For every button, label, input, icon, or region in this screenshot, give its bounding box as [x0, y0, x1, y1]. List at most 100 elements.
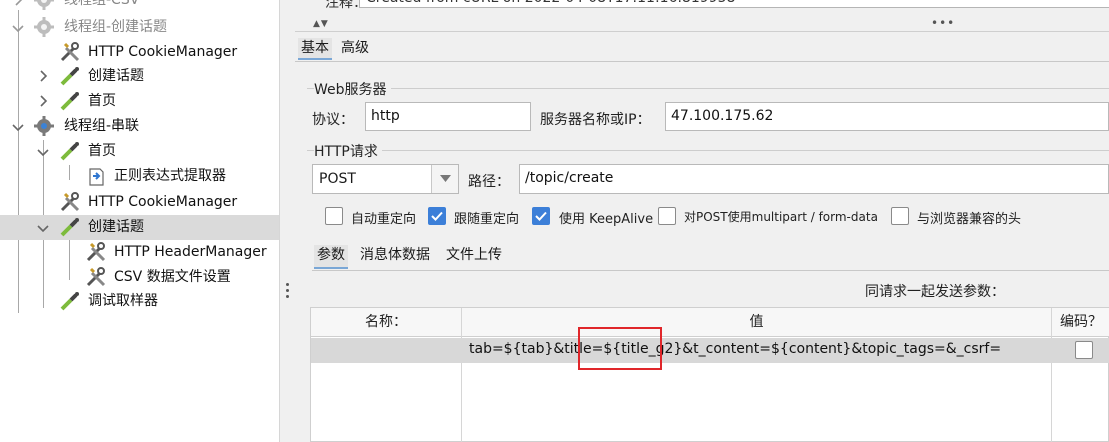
tree-item-label: CSV 数据文件设置 [114, 269, 231, 285]
tree-item-label: HTTP HeaderManager [114, 244, 267, 260]
tab-body-data[interactable]: 消息体数据 [357, 245, 433, 269]
chevron-down-icon[interactable] [35, 144, 51, 160]
column-header-value[interactable]: 值 [462, 308, 1051, 337]
chevron-right-icon[interactable] [10, 0, 26, 8]
tree-item-thread-group-chain[interactable]: 线程组-串联 [0, 114, 279, 139]
wrench-screwdriver-icon [86, 267, 106, 287]
server-label: 服务器名称或IP： [540, 112, 651, 128]
tree-item-label: 正则表达式提取器 [114, 168, 226, 184]
tree-item-create-topic-selected[interactable]: 创建话题 [0, 215, 279, 240]
http-request-group-title: HTTP请求 [314, 141, 382, 161]
encode-checkbox[interactable] [1075, 341, 1093, 359]
chevron-right-icon[interactable] [35, 93, 51, 109]
server-input[interactable]: 47.100.175.62 [665, 102, 1109, 131]
chevron-right-icon[interactable] [35, 68, 51, 84]
comment-input[interactable]: Created from cURL on 2022-04-08T17:11:16… [359, 0, 1109, 8]
highlight-annotation-box [578, 327, 662, 370]
gear-icon [34, 17, 54, 37]
document-arrow-icon [89, 168, 104, 186]
keepalive-checkbox[interactable] [532, 207, 550, 225]
column-divider [461, 308, 462, 442]
path-input[interactable]: /topic/create [519, 164, 1109, 194]
gear-icon [34, 116, 54, 136]
method-value: POST [319, 171, 356, 187]
tree-item-cookie-manager[interactable]: HTTP CookieManager [0, 190, 279, 215]
group-border [307, 88, 1109, 89]
tree-item-label: 创建话题 [88, 68, 144, 84]
follow-redirect-checkbox[interactable] [428, 207, 446, 225]
tree-item-debug-sampler[interactable]: 调试取样器 [0, 289, 279, 314]
multipart-checkbox[interactable] [658, 207, 676, 225]
chevron-down-icon[interactable] [10, 20, 26, 36]
protocol-label: 协议： [312, 112, 354, 128]
web-server-group-title: Web服务器 [314, 79, 391, 99]
tab-basic[interactable]: 基本 [298, 38, 332, 60]
tree-item-label: 线程组-CSV [64, 0, 140, 8]
browser-headers-checkbox[interactable] [891, 207, 909, 225]
browser-headers-label: 与浏览器兼容的头 [917, 212, 1022, 227]
more-dots-icon[interactable]: ••• [931, 16, 955, 30]
auto-redirect-checkbox[interactable] [325, 207, 343, 225]
tree-item-header-manager[interactable]: HTTP HeaderManager [0, 240, 279, 265]
params-table[interactable]: 名称： 值 编码？ tab=${tab}&title=${title_g2}&t… [310, 307, 1109, 442]
check-icon [431, 211, 443, 221]
tree-item-label: HTTP CookieManager [88, 194, 238, 210]
tab-parameters[interactable]: 参数 [314, 245, 348, 269]
comment-row: 注释： Created from cURL on 2022-04-08T17:1… [295, 0, 1109, 14]
http-sampler-panel: 注释： Created from cURL on 2022-04-08T17:1… [295, 0, 1109, 442]
pipette-icon [60, 292, 79, 311]
column-header-encode[interactable]: 编码？ [1052, 308, 1109, 337]
wrench-screwdriver-icon [60, 192, 80, 212]
tree-item-csv-data-set[interactable]: CSV 数据文件设置 [0, 265, 279, 290]
tree-item-regex-extractor[interactable]: 正则表达式提取器 [0, 164, 279, 189]
tree-item-label: 调试取样器 [88, 293, 158, 309]
wrench-screwdriver-icon [60, 42, 80, 62]
column-divider [1051, 308, 1052, 442]
main-tabs: 基本 高级 [295, 34, 1109, 62]
pipette-icon [60, 218, 79, 237]
tree-item-cookie-manager[interactable]: HTTP CookieManager [0, 40, 279, 65]
section-divider[interactable]: ▲▼ ••• [295, 14, 1109, 32]
splitter-grip-icon[interactable] [286, 283, 289, 298]
table-header: 名称： 值 编码？ [311, 308, 1109, 337]
panel-splitter[interactable] [279, 0, 295, 442]
tree-item-thread-group-csv[interactable]: 线程组-CSV [0, 0, 279, 13]
tree-item-label: 创建话题 [88, 219, 144, 235]
collapse-arrows-icon[interactable]: ▲▼ [313, 19, 329, 29]
tree-item-label: 线程组-串联 [64, 118, 140, 134]
auto-redirect-label: 自动重定向 [351, 212, 417, 227]
triangle-down-icon [440, 175, 451, 182]
multipart-label: 对POST使用multipart / form-data [684, 210, 878, 224]
method-select[interactable]: POST [312, 164, 459, 194]
column-header-name[interactable]: 名称： [311, 308, 461, 337]
pipette-icon [60, 142, 79, 161]
chevron-down-icon[interactable] [10, 119, 26, 135]
gear-icon [34, 0, 54, 10]
keepalive-label: 使用 KeepAlive [559, 212, 654, 227]
tree-item-home[interactable]: 首页 [0, 139, 279, 164]
path-label: 路径： [468, 174, 510, 190]
tree-item-label: 首页 [88, 143, 116, 159]
tree-item-create-topic[interactable]: 创建话题 [0, 64, 279, 89]
tab-advanced[interactable]: 高级 [338, 38, 372, 60]
tree-item-label: 线程组-创建话题 [64, 19, 168, 35]
tree-item-label: HTTP CookieManager [88, 44, 238, 60]
table-row[interactable]: tab=${tab}&title=${title_g2}&t_content=$… [311, 338, 1109, 363]
tree-item-label: 首页 [88, 93, 116, 109]
check-icon [535, 211, 547, 221]
param-value-cell[interactable]: tab=${tab}&title=${title_g2}&t_content=$… [469, 341, 1001, 357]
sub-tabs: 参数 消息体数据 文件上传 [312, 241, 1109, 271]
pipette-icon [60, 67, 79, 86]
follow-redirect-label: 跟随重定向 [454, 212, 520, 227]
tab-file-upload[interactable]: 文件上传 [443, 245, 505, 269]
pipette-icon [60, 92, 79, 111]
protocol-input[interactable]: http [365, 102, 531, 131]
dropdown-arrow[interactable] [431, 165, 458, 193]
send-params-label: 同请求一起发送参数： [865, 284, 1005, 300]
wrench-screwdriver-icon [86, 242, 106, 262]
tree-item-thread-group-create-topic[interactable]: 线程组-创建话题 [0, 15, 279, 40]
test-plan-tree[interactable]: 线程组-CSV 线程组-创建话题 HTTP CookieManager 创建话题… [0, 0, 279, 442]
tree-item-home[interactable]: 首页 [0, 89, 279, 114]
group-border [307, 150, 1109, 151]
chevron-down-icon[interactable] [35, 220, 51, 236]
